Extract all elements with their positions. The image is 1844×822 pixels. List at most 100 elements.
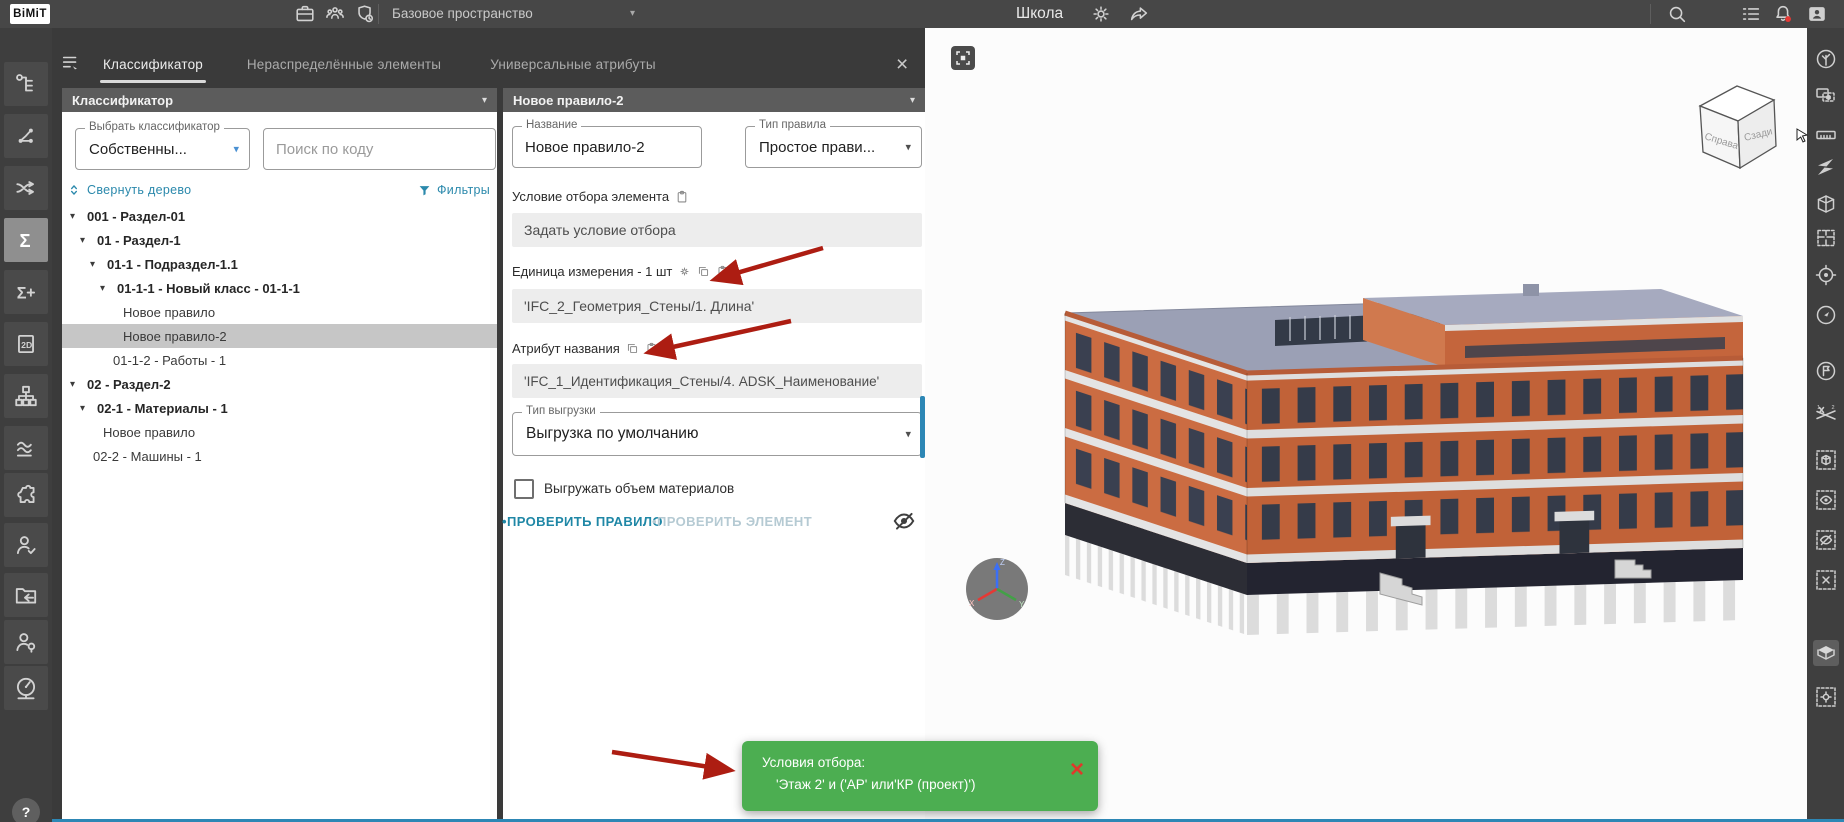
- team-icon[interactable]: [324, 3, 346, 25]
- classifier-panel-header[interactable]: Классификатор ▾: [62, 88, 497, 112]
- tree-row[interactable]: Новое правило: [62, 420, 497, 444]
- section-lines-icon[interactable]: 12: [1813, 402, 1839, 428]
- select-elements-icon[interactable]: [1813, 83, 1839, 109]
- check-element-button[interactable]: •ПРОВЕРИТЬ ЭЛЕМЕНТ: [652, 514, 812, 529]
- collapse-panel-icon[interactable]: [60, 52, 82, 74]
- help-button[interactable]: ?: [12, 798, 40, 822]
- walls-icon[interactable]: [1813, 640, 1839, 666]
- clipboard-icon[interactable]: [645, 342, 658, 355]
- code-search-input[interactable]: [264, 129, 495, 169]
- share-icon[interactable]: [1128, 3, 1150, 25]
- model-tree-icon[interactable]: [4, 62, 48, 106]
- settings-box-icon[interactable]: [1813, 684, 1839, 710]
- tree-row[interactable]: ▾01-1-1 - Новый класс - 01-1-1: [62, 276, 497, 300]
- condition-value-field[interactable]: Задать условие отбора: [512, 213, 922, 247]
- shuffle-icon[interactable]: [4, 166, 48, 210]
- folder-export-icon[interactable]: [4, 573, 48, 617]
- tree-expand-caret[interactable]: ▾: [70, 379, 87, 390]
- tree-row[interactable]: ▾02-1 - Материалы - 1: [62, 396, 497, 420]
- tab-classifier[interactable]: Классификатор: [100, 50, 206, 80]
- filters-link[interactable]: Фильтры: [418, 183, 490, 197]
- tree-expand-caret[interactable]: ▾: [80, 403, 97, 414]
- notifications-icon[interactable]: [1772, 3, 1794, 25]
- gauge-icon[interactable]: [4, 666, 48, 710]
- ruler-icon[interactable]: [1813, 122, 1839, 148]
- tab-universal-attributes[interactable]: Универсальные атрибуты: [478, 50, 668, 80]
- user-pin-icon[interactable]: [4, 620, 48, 664]
- sigma-plus-icon[interactable]: Σ: [4, 270, 48, 314]
- tree-row-selected[interactable]: Новое правило-2: [62, 324, 497, 348]
- section-flip-icon[interactable]: [1813, 154, 1839, 180]
- connections-icon[interactable]: [4, 114, 48, 158]
- 2d-doc-icon[interactable]: 2D: [4, 322, 48, 366]
- chevron-down-icon[interactable]: ▾: [630, 0, 635, 28]
- copy-icon[interactable]: [626, 342, 639, 355]
- rule-name-input[interactable]: [513, 127, 701, 167]
- export-type-select[interactable]: Тип выгрузки Выгрузка по умолчанию ▾: [512, 412, 922, 456]
- bimit-logo[interactable]: BiMiT: [10, 4, 50, 24]
- active-tab-underline: [100, 80, 206, 83]
- materials-checkbox-label: Выгружать объем материалов: [544, 481, 734, 496]
- hide-eye-icon[interactable]: [1813, 527, 1839, 553]
- close-icon[interactable]: ×: [896, 50, 908, 80]
- chevron-down-icon: ▾: [910, 95, 915, 106]
- attr-value-field[interactable]: 'IFC_1_Идентификация_Стены/4. ADSK_Наиме…: [512, 364, 922, 398]
- tab-unallocated-elements[interactable]: Нераспределённые элементы: [232, 50, 456, 80]
- collapse-tree-link[interactable]: Свернуть дерево: [67, 183, 191, 197]
- classifier-select[interactable]: Выбрать классификатор Собственны... ▾: [75, 128, 250, 170]
- axis-x-label: X: [969, 599, 975, 608]
- compass-icon[interactable]: [1813, 302, 1839, 328]
- clear-x-icon[interactable]: [1813, 567, 1839, 593]
- materials-checkbox[interactable]: [514, 479, 534, 499]
- isolate-cube-icon[interactable]: [1813, 447, 1839, 473]
- tree-row[interactable]: Новое правило: [62, 300, 497, 324]
- tree-row[interactable]: 01-1-2 - Работы - 1: [62, 348, 497, 372]
- nav-cube[interactable]: Справа Сзади: [1700, 86, 1776, 168]
- code-search-field: [263, 128, 496, 170]
- check-rule-button[interactable]: •ПРОВЕРИТЬ ПРАВИЛО: [502, 514, 663, 529]
- toast-close-icon[interactable]: ×: [1070, 758, 1084, 782]
- toast-text: 'Этаж 2' и ('АР' или'КР (проект)'): [776, 777, 975, 792]
- copy-icon[interactable]: [697, 265, 710, 278]
- gear-icon[interactable]: [678, 265, 691, 278]
- clipboard-icon[interactable]: [716, 265, 729, 278]
- tree-row[interactable]: ▾01-1 - Подраздел-1.1: [62, 252, 497, 276]
- building-model[interactable]: [1065, 284, 1743, 635]
- show-eye-icon[interactable]: [1813, 487, 1839, 513]
- chevron-down-icon: ▾: [233, 143, 239, 156]
- tree-expand-caret[interactable]: ▾: [80, 235, 97, 246]
- license-clock-icon[interactable]: [354, 3, 376, 25]
- 3d-viewport[interactable]: Справа Сзади X Y Z: [925, 28, 1807, 819]
- fit-view-button[interactable]: [951, 46, 975, 70]
- org-chart-icon[interactable]: [4, 374, 48, 418]
- briefcase-icon[interactable]: [294, 3, 316, 25]
- rule-type-select[interactable]: Тип правила Простое прави... ▾: [745, 126, 922, 168]
- tree-expand-caret[interactable]: ▾: [100, 283, 117, 294]
- tree-expand-caret[interactable]: ▾: [70, 211, 87, 222]
- settings-gear-icon[interactable]: [1090, 3, 1112, 25]
- search-icon[interactable]: [1666, 3, 1688, 25]
- tree-expand-caret[interactable]: ▾: [90, 259, 107, 270]
- toast-title: Условия отбора:: [762, 755, 865, 770]
- flag-icon[interactable]: [1813, 358, 1839, 384]
- tree-row[interactable]: ▾02 - Раздел-2: [62, 372, 497, 396]
- clipboard-icon[interactable]: [675, 190, 689, 204]
- floor-plan-icon[interactable]: [1813, 225, 1839, 251]
- workspace-selector[interactable]: Базовое пространство: [392, 0, 533, 28]
- user-check-icon[interactable]: [4, 523, 48, 567]
- tree-row[interactable]: 02-2 - Машины - 1: [62, 444, 497, 468]
- visibility-off-icon[interactable]: [891, 508, 917, 534]
- orbit-tree-icon[interactable]: [1813, 46, 1839, 72]
- unit-value-field[interactable]: 'IFC_2_Геометрия_Стены/1. Длина': [512, 289, 922, 323]
- account-icon[interactable]: [1806, 3, 1828, 25]
- rule-panel-header[interactable]: Новое правило-2 ▾: [503, 88, 925, 112]
- locate-icon[interactable]: [1813, 262, 1839, 288]
- axis-gizmo[interactable]: X Y Z: [966, 558, 1028, 620]
- puzzle-icon[interactable]: [4, 473, 48, 517]
- tree-row[interactable]: ▾01 - Раздел-1: [62, 228, 497, 252]
- waves-icon[interactable]: [4, 426, 48, 470]
- tree-row[interactable]: ▾001 - Раздел-01: [62, 204, 497, 228]
- box-3d-icon[interactable]: [1813, 191, 1839, 217]
- sigma-icon[interactable]: Σ: [4, 218, 48, 262]
- list-menu-icon[interactable]: [1740, 3, 1762, 25]
